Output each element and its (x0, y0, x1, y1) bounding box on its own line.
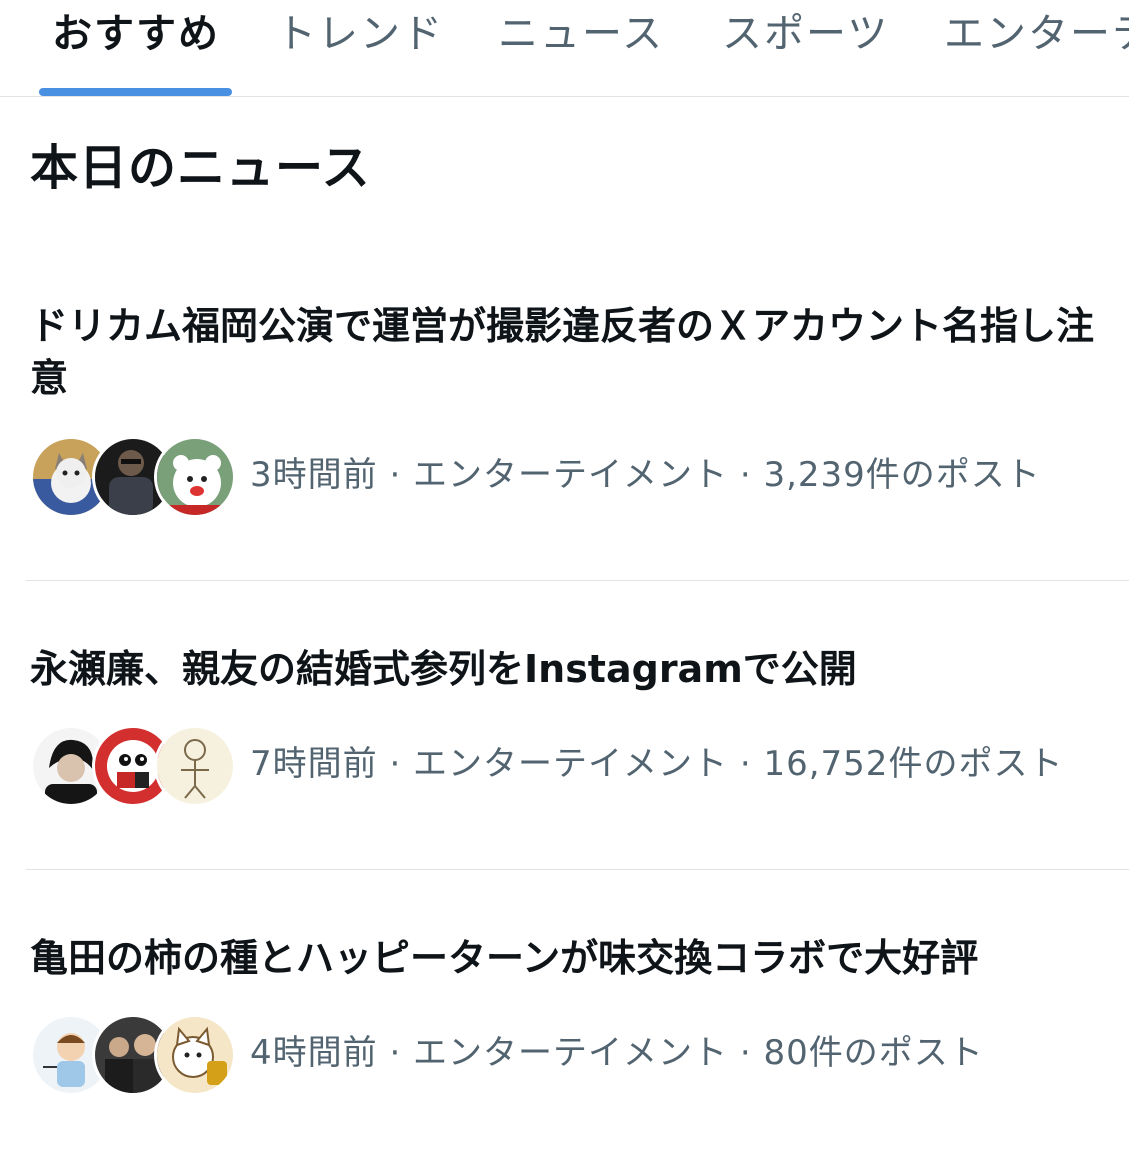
news-item[interactable]: 亀田の柿の種とハッピーターンが味交換コラボで大好評 4時間前 · エンターテイメ… (0, 932, 1129, 1132)
news-meta: 4時間前 · エンターテイメント · 80件のポスト (30, 1012, 1120, 1096)
news-meta-text: 4時間前 · エンターテイメント · 80件のポスト (250, 1033, 984, 1073)
news-meta-text: 3時間前 · エンターテイメント · 3,239件のポスト (250, 455, 1041, 495)
sketch-drawing-photo-icon (157, 728, 233, 804)
news-item[interactable]: ドリカム福岡公演で運営が撮影違反者のＸアカウント名指し注意 3時間前 · エンタ… (0, 300, 1129, 580)
avatar (154, 436, 236, 518)
avatar-stack (30, 723, 236, 807)
mascot-bear-photo-icon (157, 439, 233, 515)
tab-recommended[interactable]: おすすめ (52, 4, 220, 64)
avatar-stack (30, 1012, 236, 1096)
tab-trending[interactable]: トレンド (276, 4, 444, 64)
news-meta-text: 7時間前 · エンターテイメント · 16,752件のポスト (250, 744, 1064, 784)
avatar (154, 1014, 236, 1096)
news-headline: 亀田の柿の種とハッピーターンが味交換コラボで大好評 (30, 936, 979, 980)
tab-sports[interactable]: スポーツ (722, 4, 889, 64)
news-item[interactable]: 永瀬廉、親友の結婚式参列をInstagramで公開 7時間前 · エンターテイメ… (0, 643, 1129, 869)
divider (26, 869, 1129, 870)
divider (26, 580, 1129, 581)
section-title: 本日のニュース (30, 140, 371, 196)
tab-entertainment[interactable]: エンターテ (944, 4, 1129, 64)
tab-news[interactable]: ニュース (498, 4, 664, 64)
cartoon-cat-photo-icon (157, 1017, 233, 1093)
news-headline: ドリカム福岡公演で運営が撮影違反者のＸアカウント名指し注意 (30, 304, 1095, 400)
tab-bar: おすすめ トレンド ニュース スポーツ エンターテ (0, 0, 1129, 97)
news-meta: 7時間前 · エンターテイメント · 16,752件のポスト (30, 723, 1120, 807)
avatar (154, 725, 236, 807)
news-meta: 3時間前 · エンターテイメント · 3,239件のポスト (30, 434, 1120, 518)
news-headline: 永瀬廉、親友の結婚式参列をInstagramで公開 (30, 647, 857, 691)
active-tab-indicator (39, 88, 232, 96)
avatar-stack (30, 434, 236, 518)
